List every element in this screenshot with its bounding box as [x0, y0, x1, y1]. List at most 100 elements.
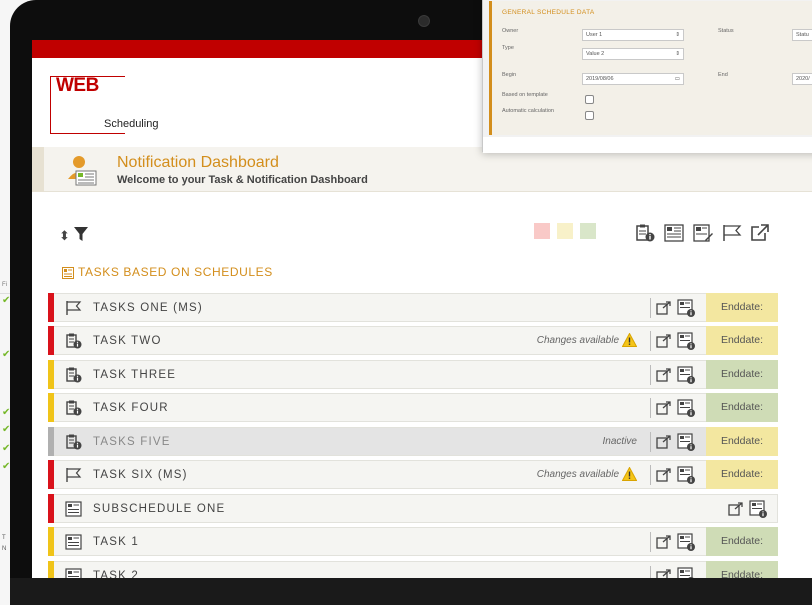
owner-value: User 1 — [586, 32, 603, 38]
auto-calc-checkbox[interactable] — [585, 111, 594, 120]
legend-green-swatch[interactable] — [580, 223, 596, 239]
status-select[interactable]: Statu — [792, 29, 812, 41]
task-info-icon — [65, 367, 82, 383]
begin-value: 2019/08/06 — [586, 76, 614, 82]
task-note: Changes available — [536, 469, 619, 480]
separator — [650, 432, 651, 452]
end-value: 2020/ — [796, 76, 810, 82]
type-select[interactable]: Value 2 ⇕ — [582, 48, 684, 60]
type-value: Value 2 — [586, 51, 605, 57]
camera-icon — [418, 15, 430, 27]
task-title[interactable]: SUBSCHEDULE ONE — [93, 503, 225, 515]
task-title[interactable]: TASK SIX (MS) — [93, 469, 188, 481]
separator — [650, 331, 651, 351]
type-label: Type — [502, 45, 514, 51]
background-text: N — [2, 546, 7, 552]
schedule-info-icon[interactable] — [677, 433, 695, 451]
schedule-info-icon[interactable] — [677, 366, 695, 384]
enddate-badge: Enddate: 8/7/19 — [706, 460, 778, 509]
background-text: T — [2, 535, 6, 541]
owner-label: Owner — [502, 28, 519, 34]
open-link-icon[interactable] — [728, 502, 743, 516]
task-title[interactable]: TASKS FIVE — [93, 436, 171, 448]
separator — [650, 365, 651, 385]
open-link-icon[interactable] — [656, 401, 671, 415]
flag-icon — [65, 300, 82, 316]
status-bar — [48, 326, 54, 355]
end-date-field[interactable]: 2020/ — [792, 73, 812, 85]
flag-icon — [65, 467, 82, 483]
calendar-icon[interactable]: ▭ — [675, 76, 680, 82]
popup-content: GENERAL SCHEDULE DATA Owner User 1 ⇕ Stat… — [489, 1, 812, 135]
popup-title: GENERAL SCHEDULE DATA — [502, 9, 595, 16]
schedule-info-icon[interactable] — [677, 332, 695, 350]
task-note: Inactive — [602, 436, 637, 447]
schedule-info-icon[interactable] — [677, 399, 695, 417]
task-row[interactable]: TASK SIX (MS) Changes available Enddate: 8… — [48, 460, 778, 509]
task-row[interactable]: TASKS ONE (MS) Enddate: 7/27/19 — [48, 293, 778, 342]
task-title[interactable]: TASK 1 — [93, 536, 139, 548]
logo-product: Scheduling — [104, 118, 159, 130]
task-info-icon — [65, 333, 82, 349]
task-title[interactable]: TASK FOUR — [93, 402, 169, 414]
separator — [650, 532, 651, 552]
open-link-icon[interactable] — [656, 334, 671, 348]
enddate-badge: Enddate: 8/3/19 — [706, 393, 778, 442]
task-row[interactable]: TASK 1 Enddate: 8/14/19 — [48, 527, 778, 576]
task-title[interactable]: TASKS ONE (MS) — [93, 302, 203, 314]
open-link-icon[interactable] — [656, 435, 671, 449]
dashboard-header: Notification Dashboard Welcome to your T… — [32, 147, 812, 192]
task-row[interactable]: SUBSCHEDULE ONE — [48, 494, 778, 523]
section-title: TASKS BASED ON SCHEDULES — [78, 265, 273, 279]
open-link-icon[interactable] — [656, 368, 671, 382]
open-link-icon[interactable] — [656, 535, 671, 549]
owner-select[interactable]: User 1 ⇕ — [582, 29, 684, 41]
enddate-badge: Enddate: 8/14/19 — [706, 527, 778, 576]
select-arrow-icon: ⇕ — [675, 32, 680, 38]
sort-icon[interactable]: ⬍ — [59, 228, 70, 244]
schedule-edit-icon[interactable] — [693, 224, 713, 242]
schedule-icon[interactable] — [664, 224, 684, 242]
separator — [650, 298, 651, 318]
task-title[interactable]: TASK TWO — [93, 335, 162, 347]
schedule-info-icon[interactable] — [749, 500, 767, 518]
enddate-badge: Enddate: 7/27/19 — [706, 293, 778, 342]
template-checkbox[interactable] — [585, 95, 594, 104]
status-value: Statu — [796, 32, 809, 38]
schedule-info-icon[interactable] — [677, 299, 695, 317]
filter-icon[interactable] — [74, 227, 88, 241]
schedule-icon — [65, 501, 82, 517]
status-bar — [48, 494, 54, 523]
legend-yellow-swatch[interactable] — [557, 223, 573, 239]
status-bar — [48, 360, 54, 389]
end-label: End — [718, 72, 728, 78]
select-arrow-icon: ⇕ — [675, 51, 680, 57]
separator — [650, 398, 651, 418]
task-info-icon[interactable] — [635, 224, 655, 242]
task-row[interactable]: TASKS FIVE Inactive Enddate: 7/25/19 — [48, 427, 778, 476]
task-row[interactable]: TASK THREE Enddate: 7/27/19 — [48, 360, 778, 409]
open-link-icon[interactable] — [656, 301, 671, 315]
task-row[interactable]: TASK FOUR Enddate: 8/3/19 — [48, 393, 778, 442]
begin-date-field[interactable]: 2019/08/06 ▭ — [582, 73, 684, 85]
schedule-info-icon[interactable] — [677, 466, 695, 484]
user-dashboard-icon — [68, 156, 97, 186]
begin-label: Begin — [502, 72, 517, 78]
warning-icon — [621, 332, 638, 347]
enddate-badge: Enddate: 7/27/19 — [706, 326, 778, 375]
flag-icon[interactable] — [722, 224, 742, 242]
open-link-icon[interactable] — [656, 468, 671, 482]
task-row[interactable]: TASK TWO Changes available Enddate: 7/27/1… — [48, 326, 778, 375]
schedule-icon — [65, 534, 82, 550]
schedule-info-icon[interactable] — [677, 533, 695, 551]
legend-red-swatch[interactable] — [534, 223, 550, 239]
schedule-data-popup: GENERAL SCHEDULE DATA Owner User 1 ⇕ Stat… — [482, 0, 812, 153]
external-link-icon[interactable] — [750, 224, 770, 242]
page-title: Notification Dashboard — [117, 154, 279, 171]
task-info-icon — [65, 434, 82, 450]
auto-calc-label: Automatic calculation — [502, 108, 554, 114]
enddate-badge: Enddate: 7/25/19 — [706, 427, 778, 476]
popup-footer — [483, 137, 812, 153]
task-title[interactable]: TASK THREE — [93, 369, 176, 381]
status-label: Status — [718, 28, 734, 34]
